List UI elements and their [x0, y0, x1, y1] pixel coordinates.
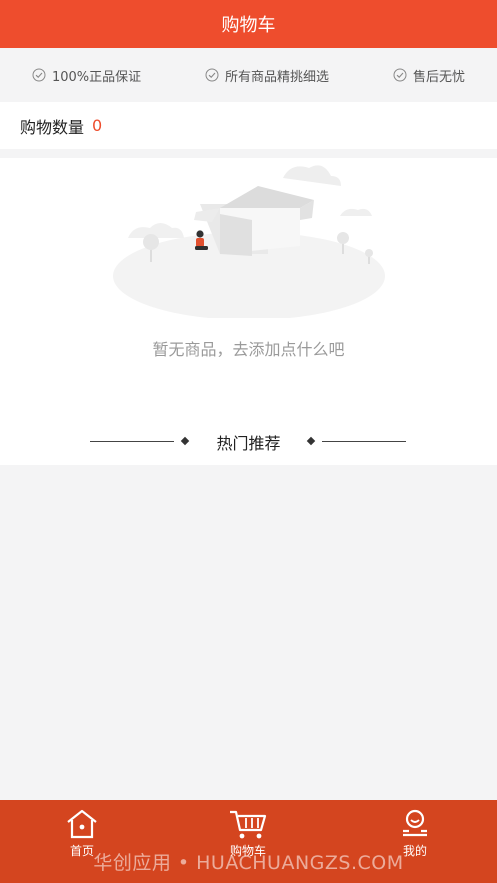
guarantee-label: 所有商品精挑细选: [225, 69, 330, 85]
user-icon: [403, 809, 427, 837]
home-icon: [67, 809, 97, 839]
recommend-title-row: 热门推荐: [0, 426, 497, 456]
check-circle-icon: [32, 68, 46, 82]
top-nav-bar: 购物车: [0, 0, 497, 48]
check-circle-icon: [393, 68, 407, 82]
recommend-title: 热门推荐: [216, 434, 281, 453]
guarantee-item: 100%正品保证: [32, 66, 141, 85]
empty-box-illustration: [113, 165, 385, 318]
empty-cart-message: 暂无商品，去添加点什么吧: [152, 340, 345, 359]
cart-count-label: 购物数量: [20, 117, 85, 137]
guarantee-item: 售后无忧: [393, 66, 465, 85]
guarantee-label: 售后无忧: [412, 69, 465, 85]
guarantee-label: 100%正品保证: [51, 69, 142, 85]
check-circle-icon: [205, 68, 219, 82]
divider-right: [322, 441, 406, 442]
empty-cart-panel: 暂无商品，去添加点什么吧 热门推荐: [0, 158, 497, 465]
watermark: 华创应用 • HUACHUANGZS.COM: [93, 852, 404, 874]
cart-count-row: 购物数量 0: [0, 102, 497, 149]
guarantee-bar: 100%正品保证 所有商品精挑细选 售后无忧: [0, 48, 497, 102]
cart-count-value: 0: [92, 116, 103, 135]
cart-icon: [230, 810, 267, 839]
page-title: 购物车: [221, 15, 276, 36]
guarantee-item: 所有商品精挑细选: [205, 66, 329, 85]
